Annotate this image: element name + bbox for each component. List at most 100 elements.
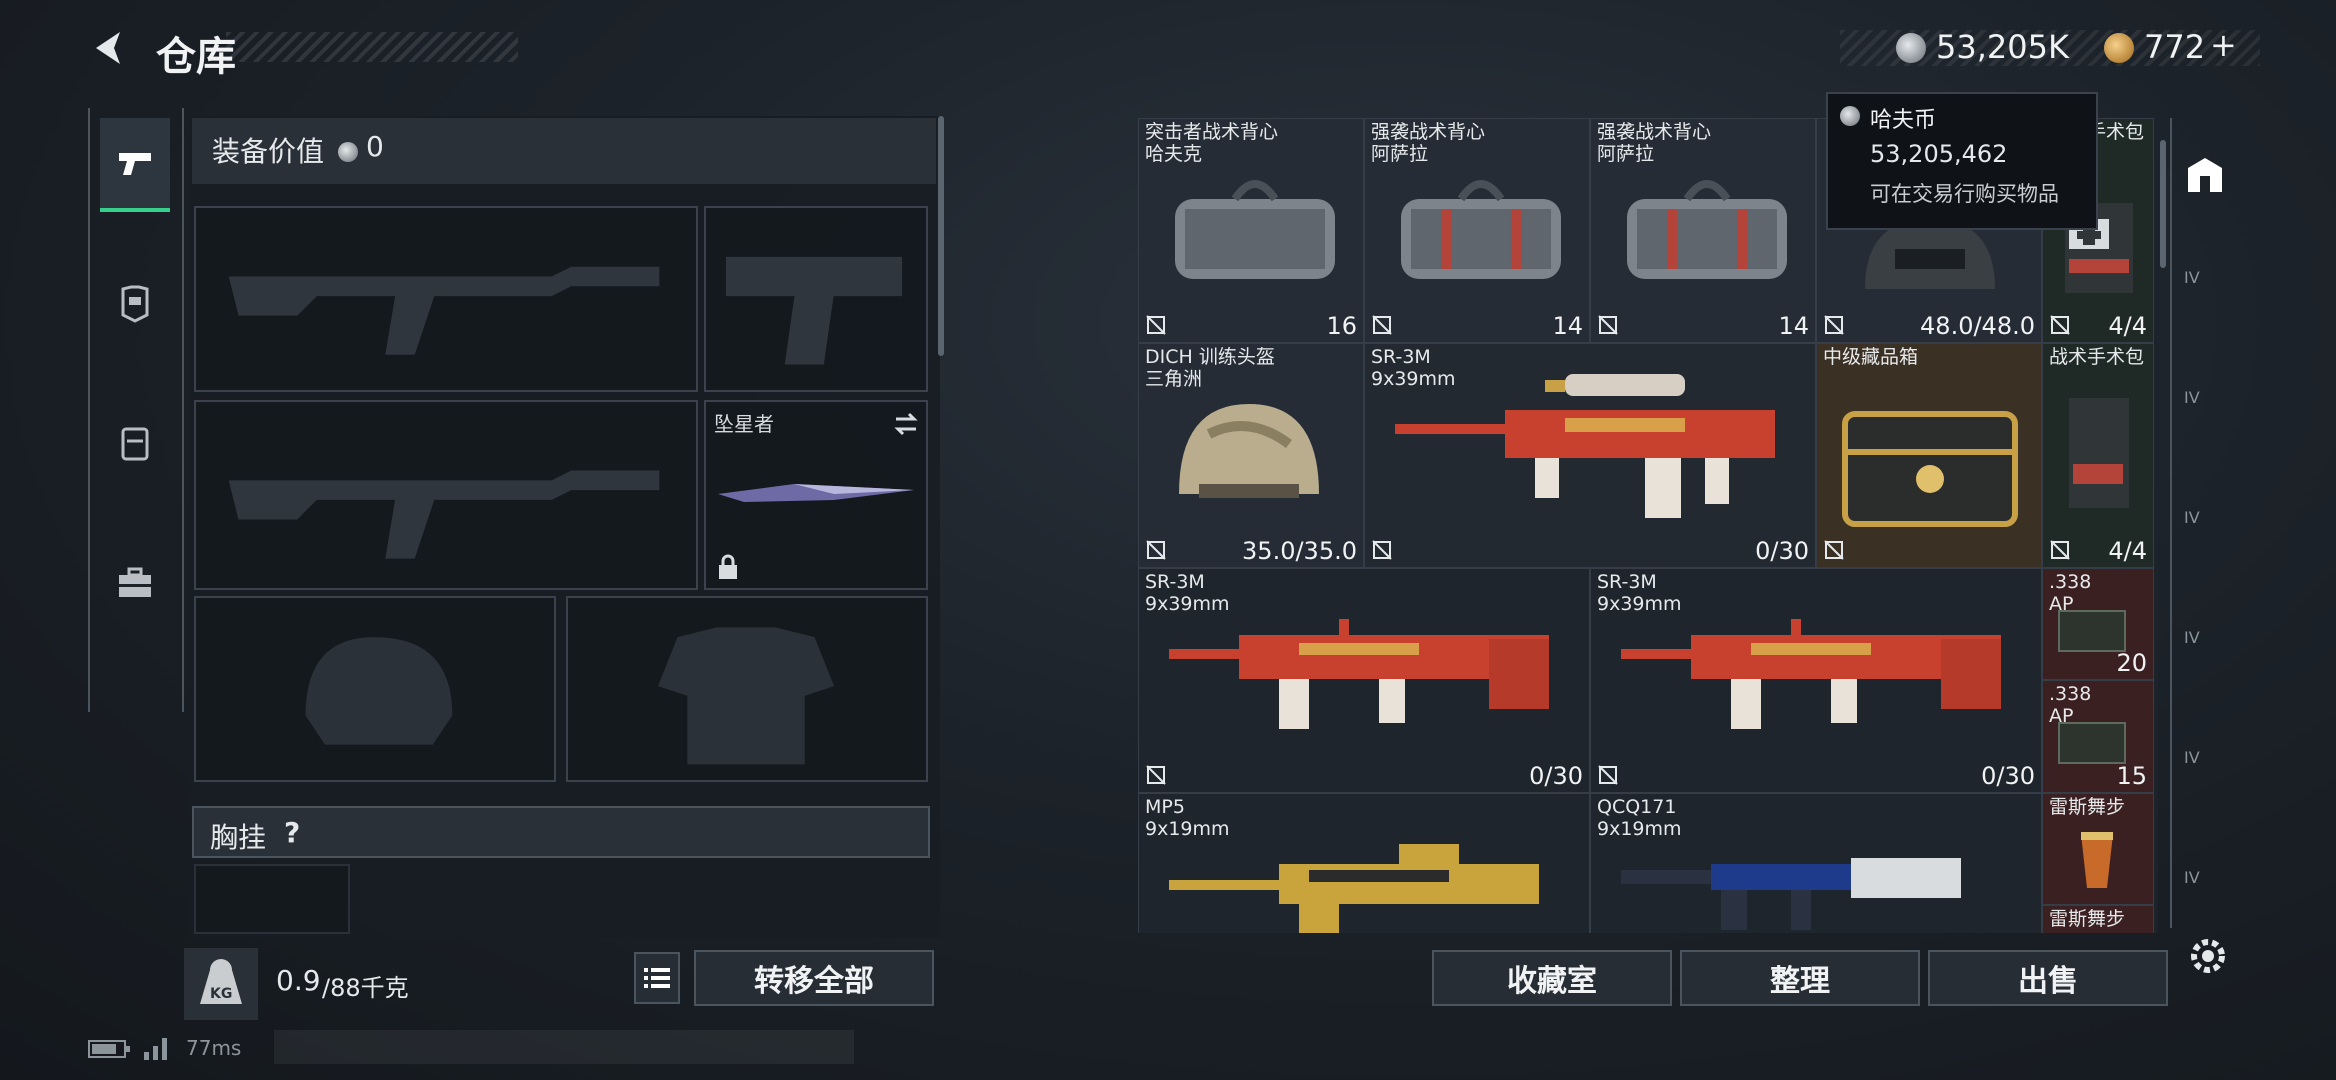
title-decoration [226,32,518,62]
grid-item[interactable]: QCQ171 9x19mm [1590,793,2042,933]
back-button[interactable] [88,26,132,70]
premium-coin-icon [2104,33,2134,63]
item-count: 4/4 [2108,537,2147,565]
organize-button[interactable]: 整理 [1680,950,1920,1006]
grid-item[interactable]: .338 AP 15 [2042,680,2154,793]
briefcase-icon [119,567,151,597]
storage-tab-5[interactable]: IV [2184,748,2226,790]
ammo-box-icon [2058,610,2126,652]
item-count: 20 [2116,649,2147,677]
storage-tab-6[interactable]: IV [2184,868,2226,910]
secondary-weapon-slot[interactable] [194,400,698,590]
chest-rig-slot[interactable] [194,864,350,934]
no-lock-icon [2050,540,2070,560]
grid-item[interactable]: 雷斯舞步 [2042,793,2154,905]
no-lock-icon [1598,315,1618,335]
knife-icon [718,484,914,502]
storage-tab-3[interactable]: IV [2184,508,2226,550]
tooltip-value: 53,205,462 [1870,140,2008,168]
grid-item[interactable]: DICH 训练头盔 三角洲 35.0/35.0 [1138,343,1364,568]
storage-tab-1[interactable]: IV [2184,268,2226,310]
tab-weapons[interactable] [100,118,170,212]
sidearm-slot[interactable] [704,206,928,392]
home-icon[interactable] [2184,154,2226,196]
grid-item[interactable]: 中级藏品箱 [1816,343,2042,568]
grid-item[interactable]: MP5 9x19mm [1138,793,1590,933]
no-lock-icon [1146,765,1166,785]
tab-case[interactable] [100,538,170,628]
rifle-item-icon [1169,619,1549,729]
armor-icon [121,285,149,323]
drink-item-icon [2081,832,2113,888]
lock-icon [719,554,737,579]
no-lock-icon [1372,540,1392,560]
primary-weapon-slot[interactable] [194,206,698,392]
grid-item[interactable]: SR-3M 9x39mm 0/30 [1364,343,1816,568]
item-count: 15 [2116,762,2147,790]
item-count: 35.0/35.0 [1242,537,1357,565]
ammo-box-icon [2058,722,2126,764]
inventory-grid: 突击者战术背心 哈夫克 16 强袭战术背心 阿萨拉 14 强袭战术背心 阿萨拉 14 [1138,118,2158,933]
item-name: 突击者战术背心 哈夫克 [1145,121,1279,165]
helmet-slot[interactable] [194,596,556,782]
equipment-value: 0 [366,130,384,163]
add-currency-button[interactable]: + [2210,26,2237,64]
list-view-button[interactable] [634,952,680,1004]
coin-icon [338,142,358,162]
equipment-tab-bar [88,108,184,712]
transfer-all-button[interactable]: 转移全部 [694,950,934,1006]
chest-help-button[interactable]: ? [284,816,300,849]
no-lock-icon [1146,315,1166,335]
item-name: 雷斯舞步 [2049,796,2126,818]
item-count: 16 [1326,312,1357,340]
gold-currency[interactable]: 772 [2144,28,2205,66]
list-icon [644,968,670,988]
vest-item-icon [1401,180,1561,279]
item-name: DICH 训练头盔 三角洲 [1145,346,1275,390]
grid-item[interactable]: 突击者战术背心 哈夫克 16 [1138,118,1364,343]
havoc-coin-icon [1896,33,1926,63]
item-count: 0/30 [1529,762,1583,790]
grid-item[interactable]: SR-3M 9x39mm 0/30 [1138,568,1590,793]
rifle-silhouette-icon [228,266,660,355]
chest-rig-bar[interactable] [192,806,930,858]
no-lock-icon [1372,315,1392,335]
pistol-silhouette-icon [725,256,903,365]
collection-room-button[interactable]: 收藏室 [1432,950,1672,1006]
tooltip-title: 哈夫币 [1870,108,1937,133]
grid-item[interactable]: 强袭战术背心 阿萨拉 14 [1364,118,1590,343]
grid-item[interactable]: 战术手术包 4/4 [2042,343,2154,568]
grid-scrollbar[interactable] [2160,140,2166,268]
tooltip-note: 可在交易行购买物品 [1870,182,2059,206]
no-lock-icon [1146,540,1166,560]
sell-button[interactable]: 出售 [1928,950,2168,1006]
rifle-item-icon [1621,619,2001,729]
vest-silhouette-icon [657,627,835,765]
obscured-info [274,1030,854,1064]
storage-tab-4[interactable]: IV [2184,628,2226,670]
grid-item[interactable]: 强袭战术背心 阿萨拉 14 [1590,118,1816,343]
armor-slot[interactable] [566,596,928,782]
silver-currency[interactable]: 53,205K [1936,28,2069,66]
gear-icon[interactable] [2186,934,2230,978]
storage-tab-2[interactable]: IV [2184,388,2226,430]
equipment-scrollbar[interactable] [938,116,944,356]
helmet-item-icon [1179,404,1319,498]
ping-value: 77ms [186,1036,242,1060]
melee-slot[interactable]: 坠星者 [704,400,928,590]
grid-item[interactable]: 雷斯舞步 [2042,905,2154,933]
pistol-icon [119,153,151,175]
rifle-item-icon [1395,374,1775,518]
tab-backpack[interactable] [100,398,170,488]
no-lock-icon [1824,540,1844,560]
item-count: 14 [1552,312,1583,340]
equipment-value-label: 装备价值 [212,135,325,168]
tab-armor[interactable] [100,258,170,348]
battery-icon [88,1040,130,1058]
grid-item[interactable]: .338 AP 20 [2042,568,2154,680]
weight-current: 0.9 [276,964,321,997]
swap-icon[interactable] [892,410,920,438]
item-count: 4/4 [2108,312,2147,340]
item-name: 强袭战术背心 阿萨拉 [1371,121,1486,165]
grid-item[interactable]: SR-3M 9x39mm 0/30 [1590,568,2042,793]
